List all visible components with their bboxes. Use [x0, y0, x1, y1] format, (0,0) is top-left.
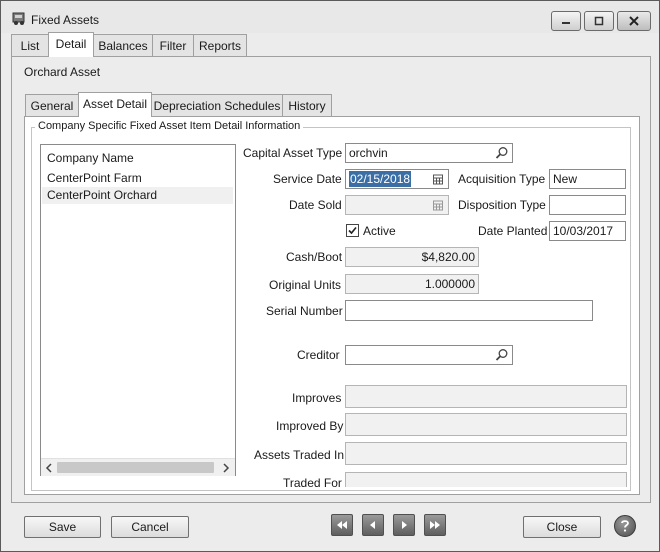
service-date-value: 02/15/2018	[349, 171, 412, 187]
list-item[interactable]: CenterPoint Orchard	[47, 188, 157, 202]
creditor-label: Creditor	[297, 348, 340, 362]
acquisition-type-field[interactable]: New	[549, 169, 626, 189]
active-label[interactable]: Active	[363, 224, 396, 238]
traded-for-field[interactable]	[345, 472, 627, 487]
date-sold-label: Date Sold	[289, 198, 342, 212]
disposition-type-label: Disposition Type	[458, 198, 546, 212]
active-checkbox[interactable]	[346, 224, 359, 237]
close-icon	[629, 16, 639, 26]
cash-boot-label: Cash/Boot	[286, 250, 343, 264]
company-list[interactable]: Company Name CenterPoint Farm CenterPoin…	[40, 144, 236, 476]
traded-for-label: Traded For	[283, 476, 342, 487]
capital-asset-type-field[interactable]: orchvin	[345, 143, 513, 163]
tab-reports[interactable]: Reports	[193, 34, 247, 57]
serial-number-field[interactable]	[345, 300, 593, 321]
tab-depreciation-schedules[interactable]: Depreciation Schedules	[151, 94, 283, 117]
original-units-label: Original Units	[269, 278, 342, 292]
asset-name: Orchard Asset	[24, 65, 101, 79]
cash-boot-field[interactable]: $4,820.00	[345, 247, 479, 267]
last-record-button[interactable]	[424, 514, 446, 536]
improved-by-field[interactable]	[345, 413, 627, 436]
close-button[interactable]: Close	[523, 516, 601, 538]
company-list-header[interactable]: Company Name	[47, 151, 134, 165]
window-title: Fixed Assets	[31, 13, 100, 27]
minimize-icon	[562, 22, 570, 24]
assets-traded-in-field[interactable]	[345, 442, 627, 465]
help-button[interactable]	[614, 515, 636, 537]
list-item[interactable]: CenterPoint Farm	[47, 171, 142, 185]
minimize-button[interactable]	[551, 11, 581, 31]
save-button[interactable]: Save	[24, 516, 101, 538]
title-bar: Fixed Assets	[1, 1, 659, 33]
checkmark-icon	[348, 226, 357, 235]
tab-list[interactable]: List	[11, 34, 49, 57]
improves-label: Improves	[292, 391, 342, 405]
creditor-field[interactable]	[345, 345, 513, 365]
tab-detail[interactable]: Detail	[48, 32, 94, 57]
scroll-thumb[interactable]	[57, 462, 214, 473]
serial-number-label: Serial Number	[266, 304, 343, 318]
date-planted-field[interactable]: 10/03/2017	[549, 221, 626, 241]
improved-by-label: Improved By	[276, 419, 344, 433]
improves-field[interactable]	[345, 385, 627, 408]
chevron-left-icon	[370, 521, 375, 529]
double-chevron-right-icon	[430, 521, 440, 529]
tab-asset-detail[interactable]: Asset Detail	[78, 92, 152, 117]
calendar-icon[interactable]	[432, 199, 444, 211]
next-record-button[interactable]	[393, 514, 415, 536]
tab-history[interactable]: History	[282, 94, 332, 117]
fixed-assets-window: Fixed Assets List Detail Balances Filter…	[0, 0, 660, 552]
disposition-type-field[interactable]	[549, 195, 626, 215]
scroll-left-icon[interactable]	[45, 462, 53, 476]
date-sold-field[interactable]	[345, 195, 449, 215]
first-record-button[interactable]	[331, 514, 353, 536]
date-planted-label: Date Planted	[478, 224, 548, 238]
tab-balances[interactable]: Balances	[93, 34, 153, 57]
close-window-button[interactable]	[617, 11, 651, 31]
original-units-field[interactable]: 1.000000	[345, 274, 479, 294]
group-title: Company Specific Fixed Asset Item Detail…	[35, 120, 304, 132]
maximize-icon	[594, 16, 604, 26]
double-chevron-left-icon	[337, 521, 347, 529]
service-date-field[interactable]: 02/15/2018	[345, 169, 449, 189]
traded-for-row-clip: Traded For	[241, 471, 631, 487]
scroll-right-icon[interactable]	[222, 462, 230, 476]
maximize-button[interactable]	[584, 11, 614, 31]
service-date-label: Service Date	[273, 172, 342, 186]
capital-asset-type-value: orchvin	[349, 146, 388, 160]
search-icon[interactable]	[495, 146, 509, 160]
previous-record-button[interactable]	[362, 514, 384, 536]
chevron-right-icon	[402, 521, 407, 529]
app-icon	[11, 10, 27, 26]
tab-filter[interactable]: Filter	[152, 34, 194, 57]
cancel-button[interactable]: Cancel	[111, 516, 189, 538]
help-icon	[621, 520, 629, 532]
tab-general[interactable]: General	[25, 94, 79, 117]
acquisition-type-label: Acquisition Type	[458, 172, 546, 186]
horizontal-scrollbar[interactable]	[41, 458, 235, 476]
capital-asset-type-label: Capital Asset Type	[243, 146, 343, 160]
assets-traded-in-label: Assets Traded In	[254, 448, 345, 462]
search-icon[interactable]	[495, 348, 509, 362]
calendar-icon[interactable]	[432, 173, 444, 185]
